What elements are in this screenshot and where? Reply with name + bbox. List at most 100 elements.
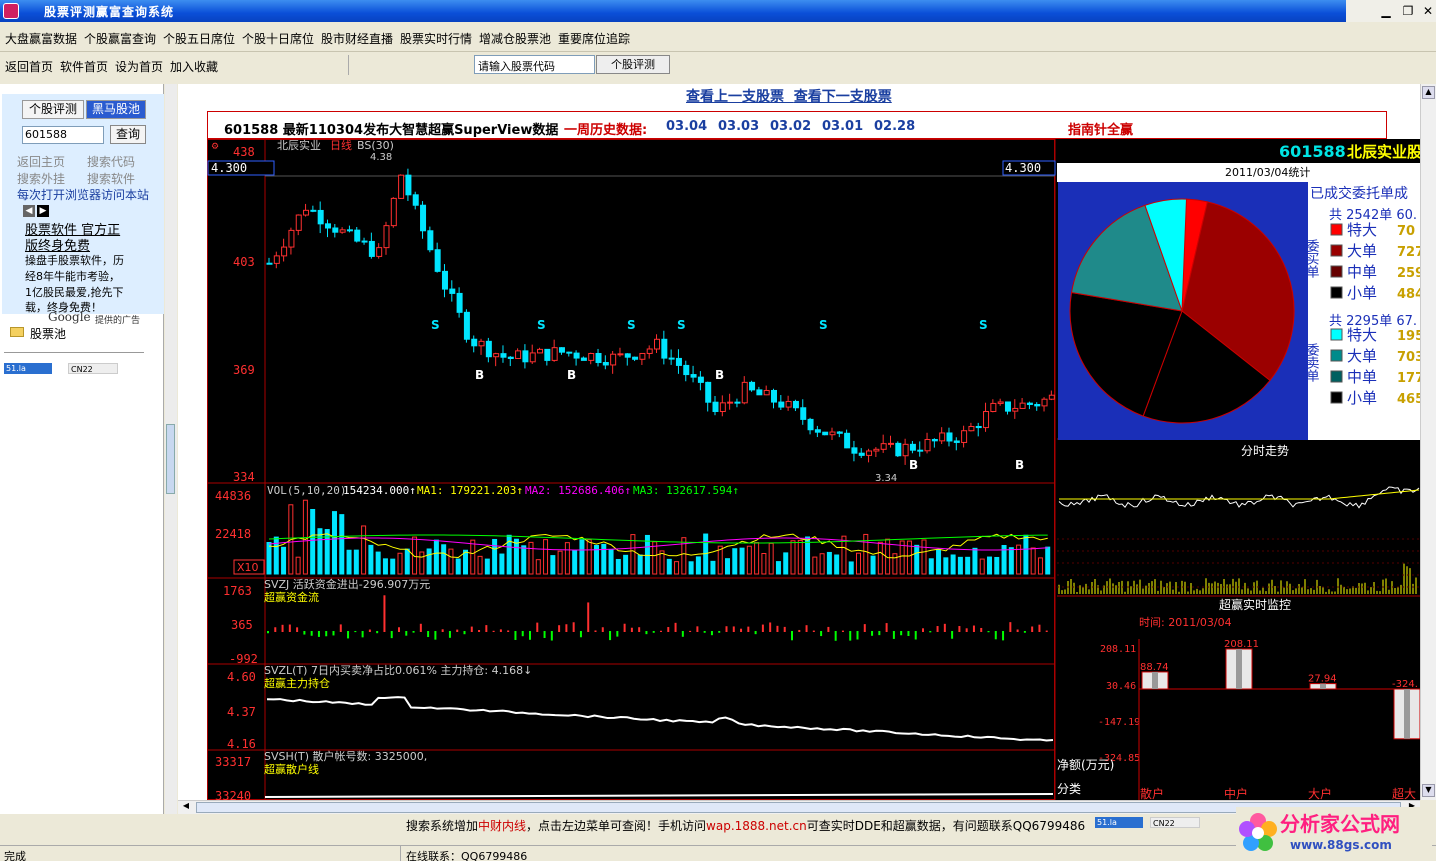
- evaluate-button[interactable]: 个股评测: [596, 55, 670, 74]
- menu-item[interactable]: 个股十日席位: [242, 30, 314, 47]
- candle: [639, 352, 646, 360]
- volume-bar: [484, 558, 490, 575]
- candle: [734, 401, 741, 404]
- menu-item[interactable]: 个股赢富查询: [84, 30, 156, 47]
- stock-pool-folder[interactable]: 股票池: [30, 325, 66, 342]
- prev-stock-link[interactable]: 查看上一支股票: [686, 89, 784, 105]
- order-swatch: [1330, 286, 1343, 299]
- menu-item[interactable]: 个股五日席位: [163, 30, 235, 47]
- fund-bar: [419, 623, 422, 632]
- volume-bar: [775, 561, 781, 575]
- right-name: 北辰实业股: [1347, 143, 1420, 161]
- volume-bar: [346, 549, 352, 575]
- frame-splitter[interactable]: [165, 84, 177, 844]
- fund-bar: [529, 631, 531, 640]
- tab-darkhorse-pool[interactable]: 黑马股池: [86, 100, 146, 119]
- guide-link[interactable]: 指南针全赢: [1068, 119, 1133, 138]
- volume-bar: [1037, 557, 1043, 575]
- volume-bar: [732, 548, 738, 575]
- app-icon: [3, 3, 19, 19]
- footer-highlight-link[interactable]: 中财内线: [478, 819, 526, 833]
- horizontal-scrollbar[interactable]: ◀ ▶: [178, 800, 1420, 814]
- order-swatch: [1330, 244, 1343, 257]
- history-date-link[interactable]: 03.03: [718, 119, 759, 134]
- vol-tick: 22418: [215, 527, 251, 541]
- scroll-left-icon[interactable]: ◀: [180, 801, 192, 813]
- history-date-link[interactable]: 03.04: [666, 119, 707, 134]
- add-favorite-link[interactable]: 加入收藏: [170, 58, 218, 75]
- svzl-line: [266, 696, 1054, 742]
- minimize-icon[interactable]: ▁: [1376, 3, 1396, 19]
- menu-item[interactable]: 股市财经直播: [321, 30, 393, 47]
- scroll-down-icon[interactable]: ▼: [1422, 784, 1435, 797]
- fund-bar: [718, 631, 721, 633]
- volume-bar: [674, 561, 680, 575]
- home-link[interactable]: 返回首页: [5, 58, 53, 75]
- volume-bar: [914, 544, 920, 575]
- menu-item[interactable]: 重要席位追踪: [558, 30, 630, 47]
- volume-bar: [1045, 546, 1051, 575]
- svzj-label: SVZJ 活跃资金进出-296.907万元: [264, 577, 430, 591]
- back-main-link[interactable]: 返回主页: [17, 153, 65, 170]
- vol-ma3: MA3: 132617.594↑: [633, 484, 739, 497]
- search-code-link[interactable]: 搜索代码: [87, 153, 135, 170]
- tab-stock-eval[interactable]: 个股评测: [22, 100, 84, 119]
- scroll-up-icon[interactable]: ▲: [1422, 86, 1435, 99]
- menu-item[interactable]: 股票实时行情: [400, 30, 472, 47]
- indicator-label: BS(30): [357, 139, 394, 152]
- hscroll-thumb[interactable]: [196, 802, 1401, 813]
- visit-notice[interactable]: 每次打开浏览器访问本站: [17, 186, 149, 203]
- search-software-link[interactable]: 搜索软件: [87, 170, 135, 187]
- candle: [383, 225, 390, 249]
- volume-bar: [979, 558, 985, 575]
- history-date-link[interactable]: 03.01: [822, 119, 863, 134]
- set-homepage-link[interactable]: 设为首页: [115, 58, 163, 75]
- stock-code-input[interactable]: 请输入股票代码: [474, 55, 595, 74]
- svzj-tick: 1763: [223, 584, 252, 598]
- search-plugin-link[interactable]: 搜索外挂: [17, 170, 65, 187]
- prev-ad-icon[interactable]: ◀: [23, 205, 35, 217]
- volume-bar: [965, 556, 971, 575]
- order-title: 已成交委托单成: [1310, 185, 1408, 202]
- settings-icon[interactable]: ⚙: [211, 142, 219, 152]
- sidebar-code-input[interactable]: 601588: [22, 126, 104, 144]
- fund-bar: [667, 627, 670, 632]
- candle: [529, 352, 536, 363]
- order-value: 484: [1397, 287, 1420, 302]
- restore-icon[interactable]: ❐: [1398, 3, 1418, 19]
- footer-wap-link[interactable]: wap.1888.net.cn: [706, 819, 807, 833]
- next-stock-link[interactable]: 查看下一支股票: [794, 89, 892, 105]
- candle: [785, 400, 792, 408]
- splitter-handle[interactable]: [166, 424, 175, 494]
- browser-window: 股票评测赢富查询系统 ▁ ❐ ✕ 大盘赢富数据 个股赢富查询 个股五日席位 个股十日席…: [0, 0, 1436, 861]
- intraday-line: [1058, 486, 1420, 509]
- menu-item[interactable]: 大盘赢富数据: [5, 30, 77, 47]
- candle: [675, 357, 682, 366]
- candle: [522, 350, 529, 363]
- signal-marker: S: [431, 318, 440, 332]
- footer-text: 可查实时DDE和超赢数据，有问题联系QQ6799486: [806, 819, 1086, 833]
- footer-badge-51la[interactable]: 51.la: [1095, 817, 1143, 828]
- stat-badge-51la[interactable]: 51.la: [4, 363, 52, 374]
- volume-bar: [281, 546, 287, 575]
- footer-badge-cn22[interactable]: CN22: [1150, 817, 1200, 828]
- close-icon[interactable]: ✕: [1418, 3, 1436, 19]
- software-home-link[interactable]: 软件首页: [60, 58, 108, 75]
- vertical-scrollbar[interactable]: ▲ ▼: [1420, 84, 1436, 800]
- menu-item[interactable]: 增减仓股票池: [479, 30, 551, 47]
- query-button[interactable]: 查询: [110, 125, 146, 144]
- right-code: 601588: [1279, 142, 1346, 161]
- history-date-link[interactable]: 03.02: [770, 119, 811, 134]
- svsh-line: [264, 793, 1054, 798]
- svzl-tick: 4.16: [227, 737, 256, 751]
- volume-bar: [463, 549, 468, 575]
- fund-bar: [943, 623, 946, 632]
- order-value: 259: [1397, 266, 1420, 281]
- history-date-link[interactable]: 02.28: [874, 119, 915, 134]
- logo-text: 分析家公式网: [1280, 812, 1400, 836]
- stat-badge-cn22[interactable]: CN22: [68, 363, 118, 374]
- monitor-bar-label: 208.11: [1224, 639, 1259, 650]
- candle: [749, 381, 756, 391]
- candle: [939, 432, 946, 442]
- next-ad-icon[interactable]: ▶: [37, 205, 49, 217]
